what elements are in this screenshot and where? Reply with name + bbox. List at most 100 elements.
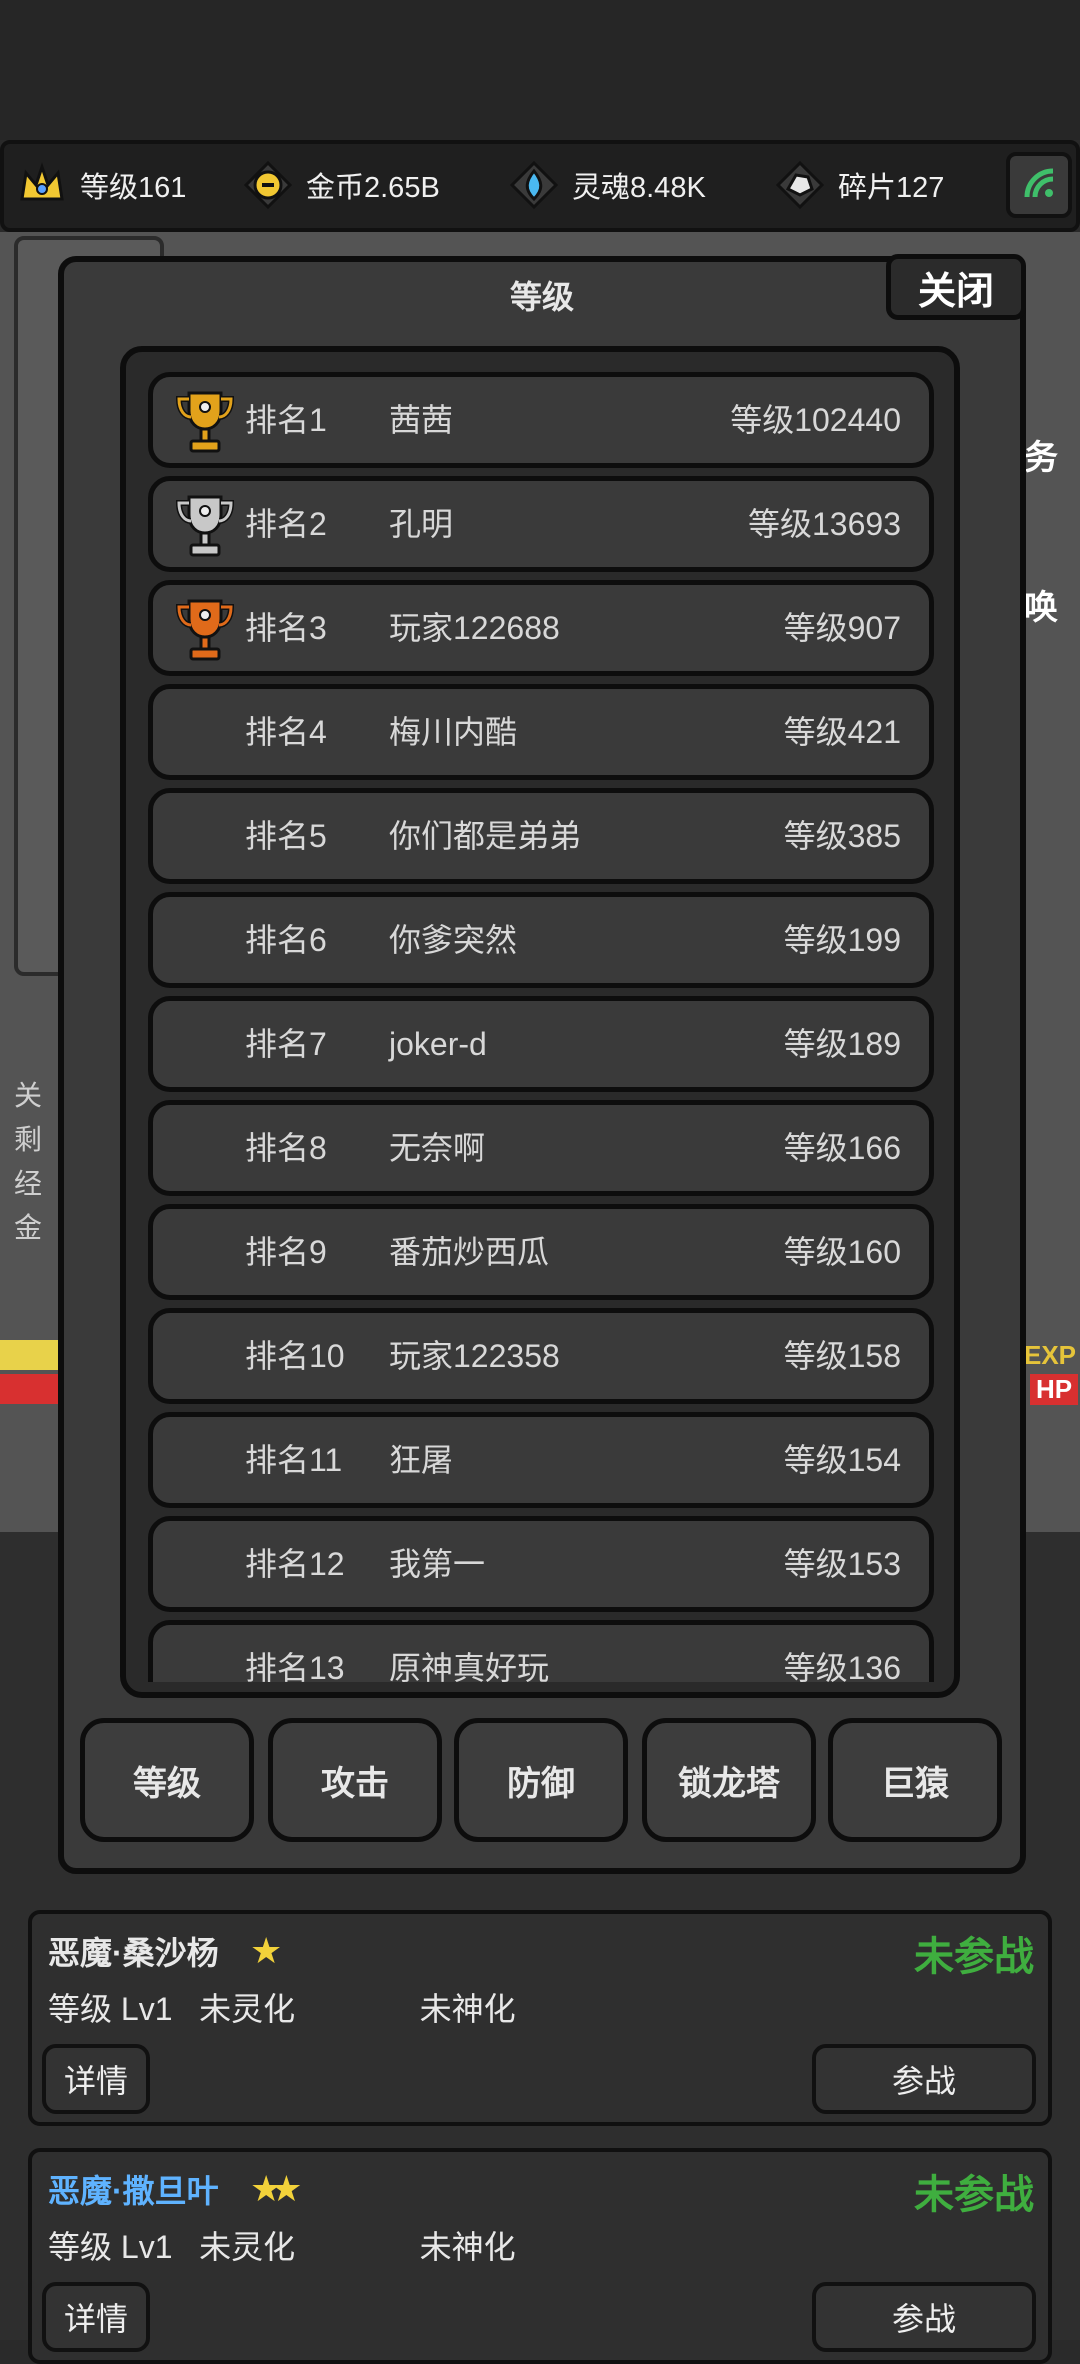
rank-label: 排名1 (245, 402, 327, 438)
hp-bar (0, 1374, 60, 1404)
signal-button[interactable] (1006, 152, 1072, 218)
side-text-3: 经 (14, 1168, 43, 1199)
rank-label: 排名3 (245, 610, 327, 646)
gold-coin-icon (240, 157, 296, 213)
signal-icon (1019, 163, 1059, 208)
rank-label: 排名4 (245, 714, 327, 750)
hero-name: 恶魔·桑沙杨 (48, 1935, 219, 1971)
crown-icon (14, 157, 70, 213)
rank-label: 排名2 (245, 506, 327, 542)
side-text-4: 金 (14, 1212, 43, 1243)
resource-fragment: 碎片127 (772, 150, 944, 220)
player-level: 等级199 (783, 922, 901, 958)
exp-label: EXP (1024, 1340, 1077, 1370)
ranking-row[interactable]: 排名3 玩家122688 等级907 (148, 580, 934, 676)
star-icon: ★★ (250, 2168, 302, 2209)
side-text-1: 关 (14, 1080, 43, 1111)
bronze-trophy-icon (173, 595, 237, 665)
ranking-row[interactable]: 排名8 无奈啊 等级166 (148, 1100, 934, 1196)
fragment-value: 碎片127 (838, 172, 945, 204)
star-icon: ★ (250, 1930, 282, 1971)
ranking-row[interactable]: 排名5 你们都是弟弟 等级385 (148, 788, 934, 884)
player-name: 你爹突然 (389, 922, 518, 958)
tab-attack[interactable]: 攻击 (268, 1718, 442, 1842)
detail-button[interactable]: 详情 (42, 2044, 150, 2114)
fragment-icon (772, 157, 828, 213)
ranking-list-scroll[interactable]: 排名1 茜茜 等级102440 排名2 孔明 等级13693 排名3 玩家122688 等级90… (126, 372, 954, 1682)
rank-label: 排名13 (245, 1650, 345, 1682)
tab-level[interactable]: 等级 (80, 1718, 254, 1842)
rank-label: 排名6 (245, 922, 327, 958)
player-level: 等级189 (783, 1026, 901, 1062)
rank-label: 排名10 (245, 1338, 345, 1374)
player-level: 等级153 (783, 1546, 901, 1582)
ranking-row[interactable]: 排名9 番茄炒西瓜 等级160 (148, 1204, 934, 1300)
rank-label: 排名9 (245, 1234, 327, 1270)
hp-label: HP (1030, 1374, 1079, 1405)
hero-name: 恶魔·撒旦叶 (48, 2173, 219, 2209)
hero-status: 未参战 (914, 2173, 1034, 2217)
player-name: 狂屠 (389, 1442, 454, 1478)
player-level: 等级102440 (730, 402, 901, 438)
ranking-row[interactable]: 排名13 原神真好玩 等级136 (148, 1620, 934, 1682)
player-name: 我第一 (389, 1546, 486, 1582)
ranking-row[interactable]: 排名2 孔明 等级13693 (148, 476, 934, 572)
player-name: 原神真好玩 (389, 1650, 550, 1682)
ranking-row[interactable]: 排名10 玩家122358 等级158 (148, 1308, 934, 1404)
level-value: 等级161 (80, 172, 187, 204)
player-level: 等级158 (783, 1338, 901, 1374)
player-name: 玩家122358 (389, 1338, 560, 1374)
soul-flame-icon (506, 157, 562, 213)
top-background (0, 0, 1080, 140)
exp-bar (0, 1340, 60, 1370)
ranking-row[interactable]: 排名12 我第一 等级153 (148, 1516, 934, 1612)
player-level: 等级160 (783, 1234, 901, 1270)
player-name: 孔明 (389, 506, 454, 542)
rank-label: 排名7 (245, 1026, 327, 1062)
rank-label: 排名5 (245, 818, 327, 854)
ranking-row[interactable]: 排名6 你爹突然 等级199 (148, 892, 934, 988)
gold-value: 金币2.65B (306, 172, 440, 204)
ranking-list[interactable]: 排名1 茜茜 等级102440 排名2 孔明 等级13693 排名3 玩家122688 等级90… (120, 346, 960, 1698)
modal-title: 等级 (509, 279, 574, 315)
player-level: 等级154 (783, 1442, 901, 1478)
hero-status: 未参战 (914, 1935, 1034, 1979)
player-level: 等级136 (783, 1650, 901, 1682)
player-level: 等级907 (783, 610, 901, 646)
rank-label: 排名8 (245, 1130, 327, 1166)
ranking-row[interactable]: 排名4 梅川内酷 等级421 (148, 684, 934, 780)
rank-label: 排名12 (245, 1546, 345, 1582)
hero-card: 恶魔·桑沙杨 ★ 未参战 等级 Lv1 未灵化 未神化 详情 参战 (28, 1910, 1052, 2126)
player-name: 无奈啊 (389, 1130, 486, 1166)
hero-card: 恶魔·撒旦叶 ★★ 未参战 等级 Lv1 未灵化 未神化 详情 参战 (28, 2148, 1052, 2364)
player-level: 等级421 (783, 714, 901, 750)
join-battle-button[interactable]: 参战 (812, 2282, 1036, 2352)
player-level: 等级13693 (748, 506, 901, 542)
player-name: 你们都是弟弟 (389, 818, 582, 854)
rank-label: 排名11 (245, 1442, 343, 1478)
right-label-summon: 唤 (1024, 589, 1058, 627)
player-level: 等级385 (783, 818, 901, 854)
join-battle-button[interactable]: 参战 (812, 2044, 1036, 2114)
player-name: 梅川内酷 (389, 714, 518, 750)
ranking-row[interactable]: 排名1 茜茜 等级102440 (148, 372, 934, 468)
tab-dragon-tower[interactable]: 锁龙塔 (642, 1718, 816, 1842)
resource-level: 等级161 (14, 150, 186, 220)
side-text-2: 剩 (14, 1124, 43, 1155)
player-name: 番茄炒西瓜 (389, 1234, 550, 1270)
player-level: 等级166 (783, 1130, 901, 1166)
close-button[interactable]: 关闭 (886, 254, 1026, 320)
hero-info: 等级 Lv1 未灵化 未神化 (48, 2229, 516, 2265)
ranking-row[interactable]: 排名7 joker-d 等级189 (148, 996, 934, 1092)
tab-defense[interactable]: 防御 (454, 1718, 628, 1842)
resource-soul: 灵魂8.48K (506, 150, 706, 220)
tab-giant-ape[interactable]: 巨猿 (828, 1718, 1002, 1842)
hero-info: 等级 Lv1 未灵化 未神化 (48, 1991, 516, 2027)
soul-value: 灵魂8.48K (572, 172, 706, 204)
gold-trophy-icon (173, 387, 237, 457)
player-name: 茜茜 (389, 402, 454, 438)
player-name: joker-d (389, 1026, 487, 1062)
right-label-task: 务 (1024, 439, 1058, 477)
ranking-row[interactable]: 排名11 狂屠 等级154 (148, 1412, 934, 1508)
detail-button[interactable]: 详情 (42, 2282, 150, 2352)
